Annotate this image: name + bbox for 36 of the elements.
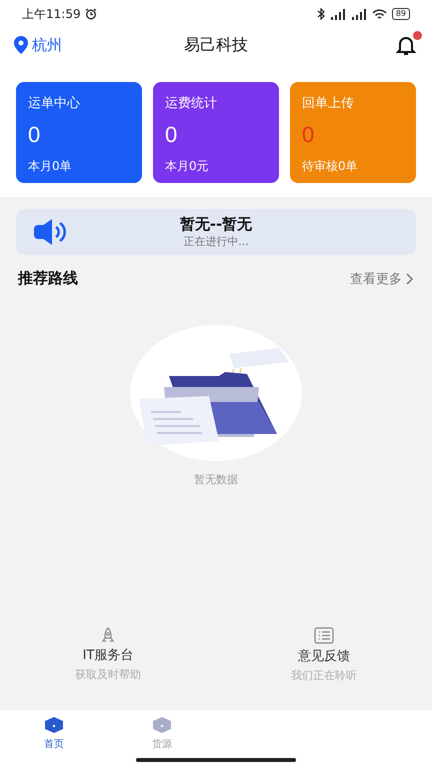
- rocket-icon: [101, 627, 115, 643]
- alarm-icon: [84, 8, 97, 20]
- empty-state-text: 暂无数据: [194, 472, 238, 487]
- signal-icon: [330, 8, 346, 20]
- bluetooth-icon: [316, 8, 325, 20]
- speaker-icon: [32, 217, 68, 247]
- card-subtitle: 本月0元: [165, 158, 210, 175]
- service-link[interactable]: 意见反馈 我们正在聆听: [216, 627, 432, 683]
- notice-title: 暂无--暂无: [180, 215, 252, 234]
- chevron-right-icon: [406, 272, 414, 284]
- wifi-icon: [372, 8, 387, 20]
- section-title: 推荐路线: [18, 269, 78, 288]
- cube-icon: [151, 716, 173, 734]
- stat-card[interactable]: 运费统计 0 本月0元: [153, 82, 279, 183]
- battery-level: 89: [392, 8, 410, 20]
- card-value: 0: [28, 122, 42, 148]
- signal-icon: [350, 8, 367, 20]
- view-more-link[interactable]: 查看更多: [350, 270, 414, 288]
- card-title: 运费统计: [165, 95, 218, 112]
- card-subtitle: 待审核0单: [302, 158, 359, 175]
- stat-card[interactable]: 运单中心 0 本月0单: [16, 82, 142, 183]
- notice-bar[interactable]: 暂无--暂无 正在进行中...: [16, 209, 416, 255]
- app-title: 易己科技: [184, 34, 248, 56]
- card-title: 回单上传: [302, 95, 355, 112]
- service-link[interactable]: IT服务台 获取及时帮助: [0, 627, 216, 683]
- card-title: 运单中心: [28, 95, 81, 112]
- notice-subtitle: 正在进行中...: [183, 234, 249, 249]
- location-pin-icon: [14, 36, 28, 54]
- list-icon: [314, 627, 334, 644]
- status-time: 上午11:59: [22, 6, 81, 22]
- card-subtitle: 本月0单: [28, 158, 73, 175]
- city-label[interactable]: 杭州: [32, 36, 62, 54]
- card-value: 0: [302, 122, 316, 148]
- card-value: 0: [165, 122, 178, 148]
- tab-item[interactable]: 首页: [0, 710, 108, 768]
- cube-icon: [43, 716, 65, 734]
